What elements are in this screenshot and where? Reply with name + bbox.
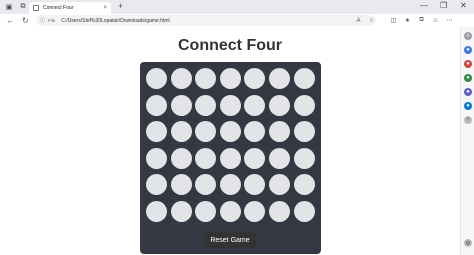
board-cell[interactable]	[269, 200, 290, 222]
workspaces-icon[interactable]: ▣	[4, 2, 14, 12]
url-text[interactable]: C:/Users/Stef%20Lopatuk/Downloads/game.h…	[61, 18, 169, 24]
board-cell[interactable]	[244, 200, 266, 222]
board-cell[interactable]	[293, 121, 315, 142]
address-toolbar: ← ↻ ⓘ File C:/Users/Stef%20Lopatuk/Downl…	[0, 14, 474, 27]
board-cell[interactable]	[146, 68, 167, 89]
reset-game-button[interactable]: Reset Game	[204, 232, 256, 248]
page-favicon-icon	[33, 5, 39, 11]
board-cell[interactable]	[195, 147, 217, 169]
board-cell[interactable]	[293, 68, 315, 89]
board-cell[interactable]	[170, 121, 192, 142]
outlook-icon[interactable]: ●	[464, 102, 472, 110]
add-sidebar-app-icon[interactable]: +	[464, 116, 472, 124]
tab-connect-four[interactable]: Connect Four ×	[29, 2, 111, 14]
board-cell[interactable]	[146, 147, 167, 169]
board-cell[interactable]	[244, 147, 266, 169]
board-cell[interactable]	[146, 121, 167, 142]
address-scheme-label: File	[48, 18, 56, 23]
board-cell[interactable]	[195, 121, 217, 142]
tools-icon[interactable]: ●	[464, 60, 472, 68]
board-cell[interactable]	[170, 174, 192, 195]
favorite-star-icon[interactable]: ☆	[368, 17, 375, 24]
game-board	[140, 62, 321, 254]
back-button[interactable]: ←	[6, 14, 14, 27]
board-cell[interactable]	[195, 94, 217, 116]
favorites-icon[interactable]: ★	[404, 17, 411, 24]
games-icon[interactable]: ●	[464, 74, 472, 82]
board-cell[interactable]	[269, 121, 290, 142]
board-cell[interactable]	[293, 94, 315, 116]
board-cell[interactable]	[219, 174, 241, 195]
refresh-button[interactable]: ↻	[22, 14, 29, 27]
tab-actions-icon[interactable]: ⧉	[18, 2, 28, 12]
close-window-button[interactable]: ✕	[460, 1, 467, 10]
sidebar-settings-icon[interactable]: ⚙	[464, 239, 472, 247]
tab-strip: ▣ ⧉ Connect Four × + — ❐ ✕	[0, 0, 474, 14]
board-cell[interactable]	[195, 174, 217, 195]
board-cell[interactable]	[219, 68, 241, 89]
read-aloud-icon[interactable]: A	[355, 17, 362, 24]
board-cell[interactable]	[170, 94, 192, 116]
board-cell[interactable]	[146, 200, 167, 222]
board-cell[interactable]	[195, 68, 217, 89]
board-cell[interactable]	[244, 94, 266, 116]
board-cell[interactable]	[219, 121, 241, 142]
board-cell[interactable]	[170, 200, 192, 222]
tab-title: Connect Four	[43, 5, 74, 11]
board-cell[interactable]	[269, 147, 290, 169]
office-icon[interactable]: ●	[464, 88, 472, 96]
page-title: Connect Four	[178, 37, 282, 54]
browser-window: ▣ ⧉ Connect Four × + — ❐ ✕ ← ↻ ⓘ File C:…	[0, 0, 474, 255]
board-cell[interactable]	[219, 147, 241, 169]
board-cell[interactable]	[269, 94, 290, 116]
split-screen-icon[interactable]: ◫	[390, 17, 397, 24]
board-cell[interactable]	[170, 147, 192, 169]
minimize-button[interactable]: —	[420, 1, 428, 10]
more-menu-icon[interactable]: ⋯	[446, 17, 453, 24]
board-cell[interactable]	[244, 121, 266, 142]
board-cell[interactable]	[195, 200, 217, 222]
board-cell[interactable]	[146, 174, 167, 195]
board-cell[interactable]	[293, 147, 315, 169]
tab-close-icon[interactable]: ×	[103, 5, 107, 11]
maximize-button[interactable]: ❐	[440, 1, 447, 10]
info-icon[interactable]: ⓘ	[40, 17, 45, 24]
search-icon[interactable]: ⌕	[464, 32, 472, 40]
board-cell[interactable]	[293, 174, 315, 195]
board-cell[interactable]	[219, 94, 241, 116]
board-cell[interactable]	[219, 200, 241, 222]
page-content: Connect Four Reset Game	[0, 27, 460, 255]
board-cell[interactable]	[269, 174, 290, 195]
copilot-icon[interactable]: ●	[464, 46, 472, 54]
board-cell[interactable]	[293, 200, 315, 222]
board-cell[interactable]	[244, 68, 266, 89]
edge-sidebar: ⌕ ● ● ● ● ● + ⚙	[460, 27, 474, 255]
board-cell[interactable]	[244, 174, 266, 195]
board-cell[interactable]	[146, 94, 167, 116]
new-tab-button[interactable]: +	[118, 1, 123, 11]
board-cell[interactable]	[269, 68, 290, 89]
address-bar[interactable]: ⓘ File C:/Users/Stef%20Lopatuk/Downloads…	[36, 15, 376, 26]
board-cell[interactable]	[170, 68, 192, 89]
collections-icon[interactable]: ⧉	[418, 17, 425, 24]
profile-icon[interactable]: ☺	[432, 17, 439, 24]
